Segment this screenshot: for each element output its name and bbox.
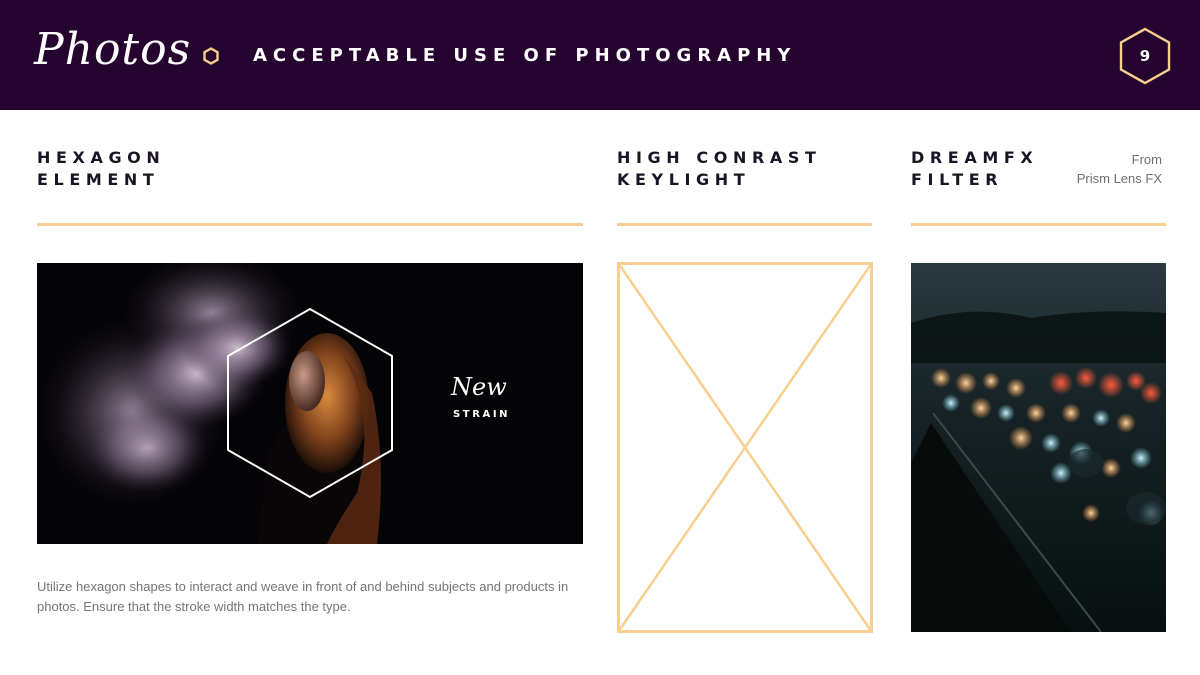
header-bar: Photos ACCEPTABLE USE OF PHOTOGRAPHY 9: [0, 0, 1200, 110]
hexagon-example-photo: New STRAIN: [37, 263, 583, 544]
heading-line: HIGH CONRAST: [617, 148, 822, 167]
description-text: Utilize hexagon shapes to interact and w…: [37, 579, 569, 614]
section-title: ACCEPTABLE USE OF PHOTOGRAPHY: [253, 45, 797, 66]
divider-rule: [37, 223, 583, 226]
divider-rule: [617, 223, 872, 226]
image-placeholder: [617, 262, 873, 633]
divider-rule: [911, 223, 1166, 226]
heading-line: ELEMENT: [37, 170, 160, 189]
photo-script-text: New: [451, 373, 507, 401]
heading-hexagon-element: HEXAGON ELEMENT: [37, 147, 165, 191]
heading-line: FILTER: [911, 170, 1004, 189]
brand-wordmark: Photos: [34, 24, 192, 75]
heading-high-contrast-keylight: HIGH CONRAST KEYLIGHT: [617, 147, 822, 191]
credit-line: Prism Lens FX: [1076, 171, 1162, 186]
heading-line: HEXAGON: [37, 148, 166, 167]
hexagon-icon: [203, 47, 219, 65]
credit-line: From: [1131, 152, 1162, 167]
page-number-badge: 9: [1118, 27, 1172, 85]
heading-dreamfx-filter: DREAMFX FILTER: [911, 147, 1038, 191]
photo-caption: STRAIN: [453, 409, 511, 420]
heading-line: DREAMFX: [911, 148, 1039, 167]
dreamfx-example-photo: [911, 263, 1166, 632]
page-number: 9: [1139, 47, 1151, 65]
slide: Photos ACCEPTABLE USE OF PHOTOGRAPHY 9 H…: [0, 0, 1200, 675]
photo-credit: From Prism Lens FX: [1077, 150, 1162, 188]
heading-line: KEYLIGHT: [617, 170, 751, 189]
